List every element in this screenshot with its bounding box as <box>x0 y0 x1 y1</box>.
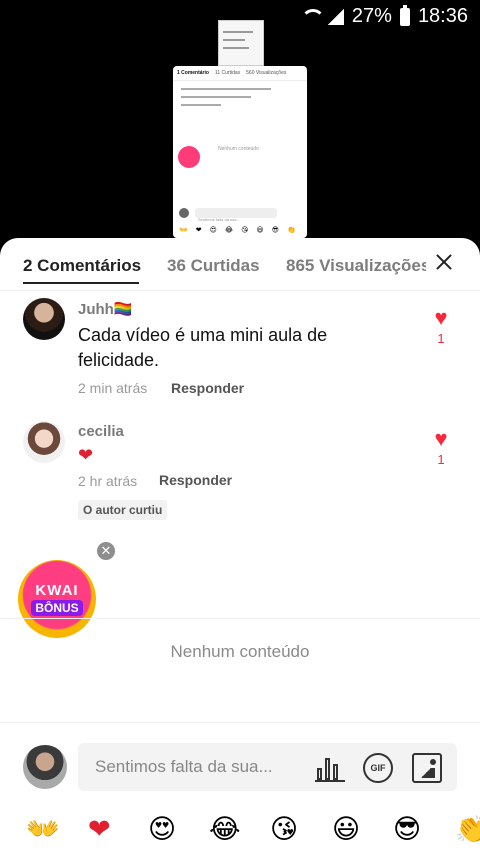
active-tab-indicator <box>23 282 139 284</box>
preview-thumbnail-small <box>218 20 264 66</box>
preview-input: Sentimos falta da sua... <box>195 208 277 222</box>
gif-icon[interactable]: GIF <box>363 753 393 783</box>
battery-percent: 27% <box>351 5 392 27</box>
preview-emoji-bar: 👐 ❤ 😍 😂 😘 😃 😎 👏 <box>179 227 296 234</box>
user-avatar[interactable] <box>23 745 67 789</box>
author-liked-badge: O autor curtiu <box>78 500 168 520</box>
emoji-button[interactable]: 😎 <box>393 812 421 846</box>
comments-sheet: 2 Comentários 36 Curtidas 865 Visualizaç… <box>0 238 480 854</box>
preview-kwai-bonus <box>178 146 200 168</box>
heart-icon: ♥ <box>434 426 448 451</box>
avatar[interactable] <box>23 298 65 340</box>
reply-button[interactable]: Responder <box>171 380 244 396</box>
tab-likes[interactable]: 36 Curtidas <box>167 256 260 276</box>
close-icon[interactable]: ✕ <box>97 542 115 560</box>
comment-username[interactable]: cecilia <box>78 423 124 440</box>
emoji-button[interactable]: 😍 <box>148 812 176 846</box>
empty-state-text: Nenhum conteúdo <box>170 642 310 661</box>
divider <box>0 618 480 619</box>
image-icon[interactable] <box>412 753 442 783</box>
avatar[interactable] <box>23 421 65 463</box>
emoji-bar: 👐 ❤ 😍 😂 😘 😃 😎 👏 <box>0 812 480 852</box>
tab-views[interactable]: 865 Visualizações <box>286 256 426 275</box>
comment-input[interactable]: Sentimos falta da sua... GIF <box>78 743 457 791</box>
comment-text: ❤ <box>78 445 94 465</box>
kwai-bonus-button[interactable]: KWAI BÔNUS <box>18 560 96 638</box>
tab-comments[interactable]: 2 Comentários <box>23 256 141 276</box>
close-icon[interactable] <box>434 252 454 272</box>
reply-button[interactable]: Responder <box>159 472 232 488</box>
preview-empty-text: Nenhum conteúdo <box>218 146 259 152</box>
chart-icon[interactable] <box>315 753 345 783</box>
preview-avatar <box>179 208 189 218</box>
like-count: 1 <box>437 331 445 346</box>
emoji-button[interactable]: 😃 <box>332 812 360 846</box>
like-count: 1 <box>437 452 445 467</box>
preview-tabs: 1 Comentário 11 Curtidas 560 Visualizaçõ… <box>173 66 307 81</box>
kwai-bonus-line2: BÔNUS <box>31 600 83 616</box>
divider <box>0 722 480 723</box>
wifi-icon <box>300 8 325 25</box>
like-button[interactable]: ♥ 1 <box>430 305 452 347</box>
emoji-button[interactable]: ❤ <box>88 812 111 846</box>
emoji-button[interactable]: 😘 <box>270 812 298 846</box>
emoji-button[interactable]: 👏 <box>455 812 480 846</box>
comment-text: Cada vídeo é uma mini aula de felicidade… <box>78 325 328 370</box>
comment-username[interactable]: Juhh🏳️‍🌈 <box>78 300 133 318</box>
emoji-button[interactable]: 👐 <box>26 812 60 846</box>
clock: 18:36 <box>417 5 468 27</box>
kwai-bonus-line1: KWAI <box>35 582 79 599</box>
heart-icon: ♥ <box>434 305 448 330</box>
battery-icon <box>399 4 410 26</box>
like-button[interactable]: ♥ 1 <box>430 426 452 468</box>
comment-time: 2 min atrás <box>78 380 148 396</box>
tab-divider <box>0 290 480 291</box>
preview-thumbnail: 1 Comentário 11 Curtidas 560 Visualizaçõ… <box>173 66 307 238</box>
comment-time: 2 hr atrás <box>78 473 138 489</box>
signal-icon <box>327 8 344 25</box>
comment-input-placeholder: Sentimos falta da sua... <box>95 757 273 776</box>
tab-bar: 2 Comentários 36 Curtidas 865 Visualizaç… <box>0 238 480 290</box>
emoji-button[interactable]: 😂 <box>209 812 241 846</box>
